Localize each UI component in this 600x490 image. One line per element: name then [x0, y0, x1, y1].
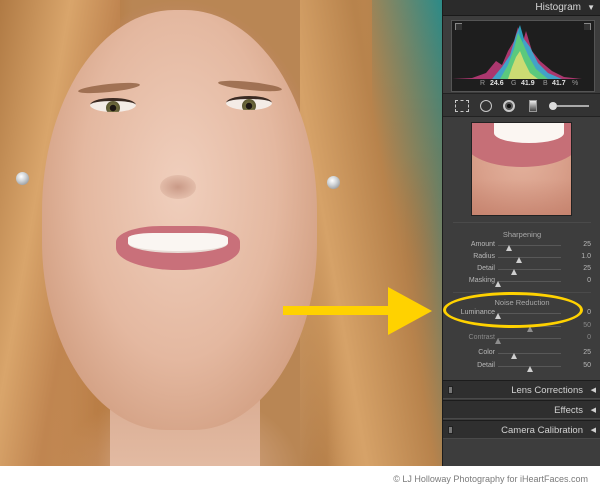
- left-eye: [90, 98, 136, 112]
- earring-left: [16, 172, 29, 185]
- slider-value[interactable]: 50: [583, 322, 591, 329]
- earring-right: [327, 176, 340, 189]
- slider-track[interactable]: [498, 366, 561, 372]
- portrait-photo: [0, 0, 442, 466]
- slider-row-detail[interactable]: Detail 25: [443, 264, 600, 275]
- slider-track[interactable]: [495, 281, 561, 287]
- panel-title: Effects: [554, 405, 583, 416]
- panel-title: Camera Calibration: [501, 425, 583, 436]
- hair-right: [300, 0, 442, 466]
- triangle-left-icon[interactable]: ◀: [591, 406, 596, 414]
- slider-knob[interactable]: [495, 281, 501, 287]
- slider-row-detail[interactable]: Detail 50: [443, 361, 600, 372]
- highlight-clipping-icon[interactable]: [584, 23, 591, 30]
- slider-value[interactable]: 0: [587, 309, 591, 316]
- slider-label: Masking: [468, 277, 495, 284]
- slider-value[interactable]: 1.0: [581, 253, 591, 260]
- slider-knob[interactable]: [505, 245, 512, 251]
- annotation-highlight-ellipse: [443, 292, 583, 328]
- red-eye-icon[interactable]: [503, 100, 515, 112]
- slider-knob[interactable]: [515, 257, 522, 263]
- slider-track[interactable]: [495, 338, 561, 344]
- preview-chin: [472, 179, 571, 215]
- panel-camera-calibration[interactable]: Camera Calibration ◀: [443, 420, 600, 439]
- crop-overlay-icon[interactable]: [455, 100, 469, 112]
- slider-track[interactable]: [498, 269, 561, 275]
- graduated-filter-icon[interactable]: [529, 100, 537, 112]
- slider-row-amount[interactable]: Amount 25: [443, 240, 600, 251]
- triangle-down-icon[interactable]: ▼: [587, 3, 595, 12]
- annotation-arrow-icon: [388, 287, 432, 335]
- panel-toggle-switch-icon[interactable]: [448, 426, 453, 434]
- panel-effects[interactable]: Effects ◀: [443, 400, 600, 419]
- photo-credit: © LJ Holloway Photography for iHeartFace…: [393, 474, 588, 484]
- face: [42, 10, 317, 430]
- right-eye: [226, 96, 272, 110]
- slider-row-masking[interactable]: Masking 0: [443, 276, 600, 287]
- slider-value[interactable]: 50: [583, 362, 591, 369]
- preview-teeth: [494, 123, 564, 143]
- slider-row-radius[interactable]: Radius 1.0: [443, 252, 600, 263]
- slider-value[interactable]: 25: [583, 241, 591, 248]
- panel-toggle-switch-icon[interactable]: [448, 386, 453, 394]
- slider-value[interactable]: 25: [583, 349, 591, 356]
- panel-lens-corrections[interactable]: Lens Corrections ◀: [443, 380, 600, 399]
- annotation-arrow-shaft: [283, 306, 391, 315]
- slider-row-contrast[interactable]: Contrast 0: [443, 333, 600, 344]
- slider-track[interactable]: [498, 353, 561, 359]
- panel-title: Lens Corrections: [511, 385, 583, 396]
- triangle-left-icon[interactable]: ◀: [591, 386, 596, 394]
- slider-label: Color: [478, 349, 495, 356]
- sharpening-title: Sharpening: [502, 230, 542, 239]
- slider-value[interactable]: 0: [587, 277, 591, 284]
- histogram-header[interactable]: Histogram ▼: [443, 0, 600, 16]
- slider-value[interactable]: 25: [583, 265, 591, 272]
- slider-label: Radius: [473, 253, 495, 260]
- panel-bottom: [443, 442, 600, 466]
- slider-label: Contrast: [468, 334, 495, 341]
- slider-label: Amount: [470, 241, 495, 248]
- triangle-left-icon[interactable]: ◀: [591, 426, 596, 434]
- slider-label: Detail: [477, 265, 495, 272]
- spot-removal-icon[interactable]: [480, 100, 492, 112]
- adjustment-brush-icon[interactable]: [549, 100, 589, 112]
- tool-strip: [443, 93, 600, 117]
- slider-knob[interactable]: [510, 353, 517, 359]
- slider-track[interactable]: [498, 245, 561, 251]
- slider-knob[interactable]: [526, 366, 533, 372]
- slider-knob[interactable]: [495, 338, 501, 344]
- slider-row-color[interactable]: Color 25: [443, 348, 600, 359]
- detail-preview[interactable]: [471, 122, 572, 216]
- divider: [453, 222, 591, 223]
- nose: [160, 175, 196, 199]
- slider-knob[interactable]: [510, 269, 517, 275]
- shadow-clipping-icon[interactable]: [455, 23, 462, 30]
- slider-track[interactable]: [498, 257, 561, 263]
- histogram-title: Histogram: [535, 2, 581, 13]
- develop-panel: Histogram ▼ R 24.6 G 41.9 B 41.7 % Sharp…: [442, 0, 600, 466]
- slider-label: Detail: [477, 362, 495, 369]
- slider-value[interactable]: 0: [587, 334, 591, 341]
- teeth: [128, 233, 228, 253]
